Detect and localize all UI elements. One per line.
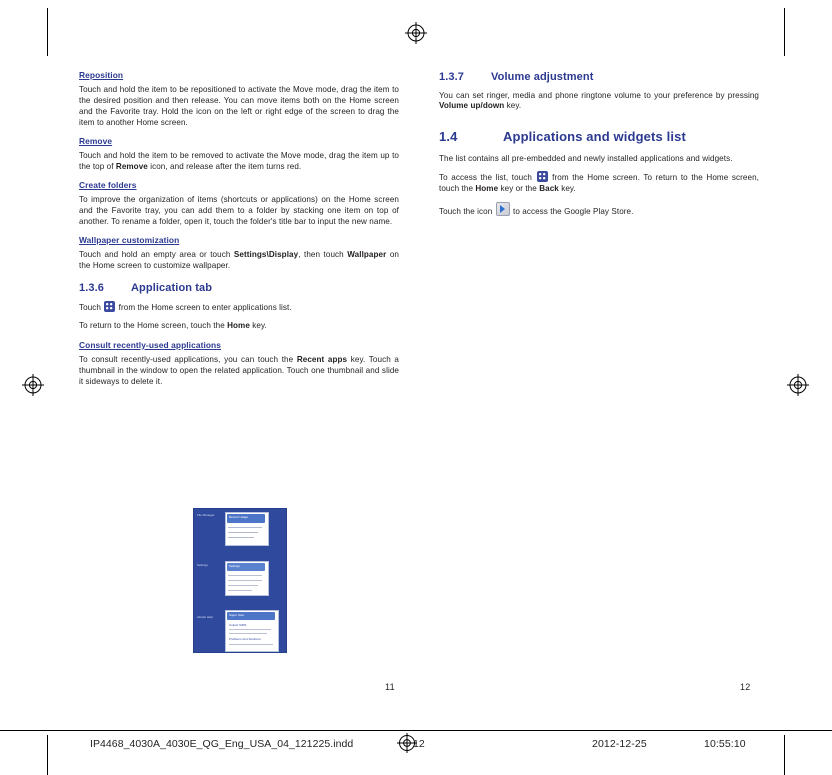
heading-application-tab: 1.3.6 Application tab: [79, 281, 399, 296]
registration-target-top: [405, 22, 427, 44]
phone-card-title-4: Problems And Solutions: [229, 637, 261, 641]
app-tab2-bold-1: Home: [227, 320, 250, 330]
access-text-1: To access the list, touch: [439, 173, 536, 183]
paragraph-volume: You can set ringer, media and phone ring…: [439, 91, 759, 113]
play-store-icon: [495, 202, 510, 217]
playstore-text-2: to access the Google Play Store.: [510, 207, 634, 217]
phone-item-label-alcatel-help: Alcatel Help: [197, 615, 214, 619]
footer-page-marker: 12: [413, 738, 425, 750]
phone-card-line-2d: [228, 590, 252, 591]
phone-card-line-3a: [229, 629, 271, 630]
phone-item-label-settings: Settings: [197, 563, 208, 567]
paragraph-remove: Touch and hold the item to be removed to…: [79, 151, 399, 173]
folio-right: 12: [740, 682, 751, 692]
paragraph-reposition: Touch and hold the item to be reposition…: [79, 85, 399, 127]
phone-card-title-2: Settings: [229, 563, 240, 568]
phone-card-line-2b: [228, 580, 262, 581]
phone-item-label-file-manager: File Manager: [197, 513, 215, 517]
heading-number-137: 1.3.7: [439, 71, 465, 83]
app-drawer-icon: [536, 171, 548, 183]
recent-text-1: To consult recently-used applications, y…: [79, 354, 297, 364]
footer-date: 2012-12-25: [592, 738, 647, 750]
phone-card-line-4a: [229, 644, 273, 645]
heading-title-137: Volume adjustment: [491, 71, 594, 83]
phone-card-line-2a: [228, 575, 262, 576]
remove-text-2: icon, and release after the item turns r…: [147, 161, 302, 171]
volume-text-1: You can set ringer, media and phone ring…: [439, 90, 759, 100]
paragraph-recent: To consult recently-used applications, y…: [79, 355, 399, 388]
document-page: Reposition Touch and hold the item to be…: [0, 0, 832, 775]
heading-title-14: Applications and widgets list: [503, 129, 686, 145]
access-text-3: key or the: [498, 184, 540, 194]
footer-time: 10:55:10: [704, 738, 746, 750]
footer-row: IP4468_4030A_4030E_QG_Eng_USA_04_121225.…: [0, 732, 832, 772]
subheading-consult-recent: Consult recently-used applications: [79, 339, 222, 350]
folio-left: 11: [385, 682, 395, 692]
phone-card-line-1a: [228, 527, 262, 528]
phone-card-line-2c: [228, 585, 258, 586]
wallpaper-text-2: , then touch: [298, 249, 348, 259]
remove-bold-1: Remove: [115, 161, 148, 171]
paragraph-access: To access the list, touch from the Home …: [439, 171, 759, 195]
registration-target-right: [787, 374, 809, 396]
app-drawer-icon: [104, 301, 116, 313]
paragraph-wallpaper: Touch and hold an empty area or touch Se…: [79, 250, 399, 272]
heading-title-136: Application tab: [131, 281, 213, 294]
crop-mark-top-right-v: [784, 8, 785, 56]
footer-divider: [0, 730, 832, 731]
heading-volume-adjustment: 1.3.7 Volume adjustment: [439, 70, 759, 85]
heading-number-136: 1.3.6: [79, 281, 105, 294]
access-text-4: key.: [558, 184, 576, 194]
heading-applications-widgets-list: 1.4 Applications and widgets list: [439, 128, 759, 145]
subheading-create-folders: Create folders: [79, 179, 137, 190]
left-column: Reposition Touch and hold the item to be…: [79, 70, 399, 395]
phone-card-title-3: Super User: [229, 612, 245, 617]
phone-screenshot-image: File Manager Recent Usage Settings Setti…: [193, 508, 287, 653]
paragraph-playstore: Touch the icon to access the Google Play…: [439, 202, 759, 218]
paragraph-list: The list contains all pre-embedded and n…: [439, 153, 733, 163]
phone-card-sub-3: Unlock SIMS: [229, 623, 247, 627]
phone-card-title-1: Recent Usage: [229, 514, 249, 519]
subheading-wallpaper-customization: Wallpaper customization: [79, 234, 180, 245]
wallpaper-bold-2: Wallpaper: [347, 249, 387, 259]
wallpaper-bold-1: Settings\Display: [233, 249, 299, 259]
right-column: 1.3.7 Volume adjustment You can set ring…: [439, 70, 759, 225]
phone-card-line-1c: [228, 537, 254, 538]
app-tab2-text-2: key.: [249, 320, 267, 330]
phone-card-line-1b: [228, 532, 258, 533]
registration-target-left: [22, 374, 44, 396]
wallpaper-text-1: Touch and hold an empty area or touch: [79, 249, 234, 259]
app-tab2-text-1: To return to the Home screen, touch the: [79, 320, 228, 330]
app-tab-text-2: from the Home screen to enter applicatio…: [116, 303, 292, 313]
volume-text-2: key.: [504, 101, 522, 111]
subheading-reposition: Reposition: [79, 70, 124, 80]
phone-card-line-3b: [229, 633, 267, 634]
volume-bold-1: Volume up/down: [439, 101, 505, 111]
footer-filename: IP4468_4030A_4030E_QG_Eng_USA_04_121225.…: [90, 738, 354, 750]
heading-number-14: 1.4: [439, 129, 458, 145]
paragraph-app-tab-1: Touch from the Home screen to enter appl…: [79, 301, 399, 314]
app-tab-text-1: Touch: [79, 303, 104, 313]
paragraph-app-tab-2: To return to the Home screen, touch the …: [79, 321, 399, 332]
playstore-text-1: Touch the icon: [439, 207, 495, 217]
access-bold-1: Home: [475, 184, 499, 194]
subheading-remove: Remove: [79, 135, 113, 146]
access-bold-2: Back: [539, 184, 559, 194]
paragraph-create-folders: To improve the organization of items (sh…: [79, 194, 399, 226]
recent-bold-1: Recent apps: [296, 354, 348, 364]
crop-mark-top-left-v: [47, 8, 48, 56]
